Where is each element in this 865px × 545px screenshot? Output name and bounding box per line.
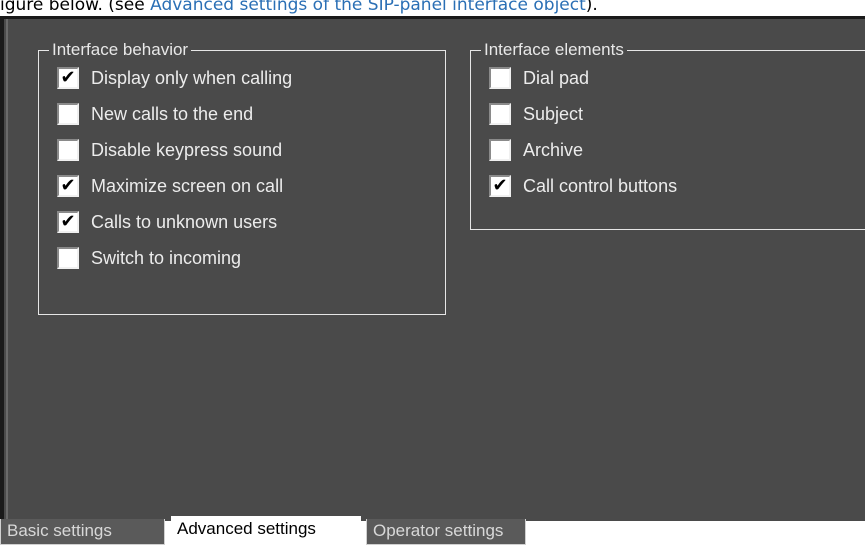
- checkbox-new-calls-to-the-end[interactable]: New calls to the end: [57, 101, 253, 127]
- checkbox-label: Display only when calling: [91, 67, 293, 88]
- tab-basic-settings[interactable]: Basic settings: [0, 519, 165, 545]
- checkbox-label: Switch to incoming: [91, 247, 242, 268]
- settings-panel: Interface behavior ✔ Display only when c…: [0, 16, 865, 521]
- checkbox-box[interactable]: ✔: [489, 175, 511, 197]
- checkbox-box[interactable]: ✔: [57, 175, 79, 197]
- checkmark-icon: ✔: [60, 67, 76, 88]
- checkbox-label: Dial pad: [523, 67, 590, 88]
- checkbox-label: Archive: [523, 139, 584, 160]
- caption-suffix: ).: [585, 0, 598, 15]
- checkbox-box[interactable]: [489, 67, 511, 89]
- checkmark-icon: ✔: [60, 211, 76, 232]
- interface-behavior-group: Interface behavior ✔ Display only when c…: [38, 40, 446, 315]
- tab-advanced-settings[interactable]: Advanced settings: [171, 516, 361, 545]
- checkmark-icon: ✔: [492, 175, 508, 196]
- document-caption: igure below. (see Advanced settings of t…: [0, 0, 865, 16]
- caption-prefix: igure below. (see: [0, 0, 151, 15]
- checkbox-calls-to-unknown-users[interactable]: ✔ Calls to unknown users: [57, 209, 277, 235]
- interface-elements-title: Interface elements: [481, 40, 627, 60]
- interface-behavior-title: Interface behavior: [49, 40, 192, 60]
- checkbox-box[interactable]: ✔: [57, 67, 79, 89]
- checkbox-label: Subject: [523, 103, 584, 124]
- checkbox-box[interactable]: [57, 103, 79, 125]
- checkbox-box[interactable]: ✔: [57, 211, 79, 233]
- checkbox-archive[interactable]: Archive: [489, 137, 583, 163]
- checkbox-label: New calls to the end: [91, 103, 254, 124]
- checkmark-icon: ✔: [60, 175, 76, 196]
- checkbox-label: Calls to unknown users: [91, 211, 278, 232]
- checkbox-disable-keypress-sound[interactable]: Disable keypress sound: [57, 137, 282, 163]
- checkbox-box[interactable]: [57, 139, 79, 161]
- checkbox-label: Maximize screen on call: [91, 175, 284, 196]
- interface-elements-group: Interface elements Dial pad Subject Arch…: [470, 40, 865, 230]
- checkbox-box[interactable]: [57, 247, 79, 269]
- settings-tabs: Basic settings Advanced settings Operato…: [0, 516, 865, 545]
- checkbox-subject[interactable]: Subject: [489, 101, 583, 127]
- checkbox-label: Call control buttons: [523, 175, 678, 196]
- caption-link[interactable]: Advanced settings of the SIP-panel inter…: [150, 0, 586, 15]
- checkbox-maximize-screen-on-call[interactable]: ✔ Maximize screen on call: [57, 173, 283, 199]
- tab-operator-settings[interactable]: Operator settings: [366, 519, 526, 545]
- checkbox-display-only-when-calling[interactable]: ✔ Display only when calling: [57, 65, 292, 91]
- checkbox-switch-to-incoming[interactable]: Switch to incoming: [57, 245, 241, 271]
- checkbox-label: Disable keypress sound: [91, 139, 283, 160]
- checkbox-dial-pad[interactable]: Dial pad: [489, 65, 589, 91]
- checkbox-box[interactable]: [489, 103, 511, 125]
- checkbox-call-control-buttons[interactable]: ✔ Call control buttons: [489, 173, 677, 199]
- checkbox-box[interactable]: [489, 139, 511, 161]
